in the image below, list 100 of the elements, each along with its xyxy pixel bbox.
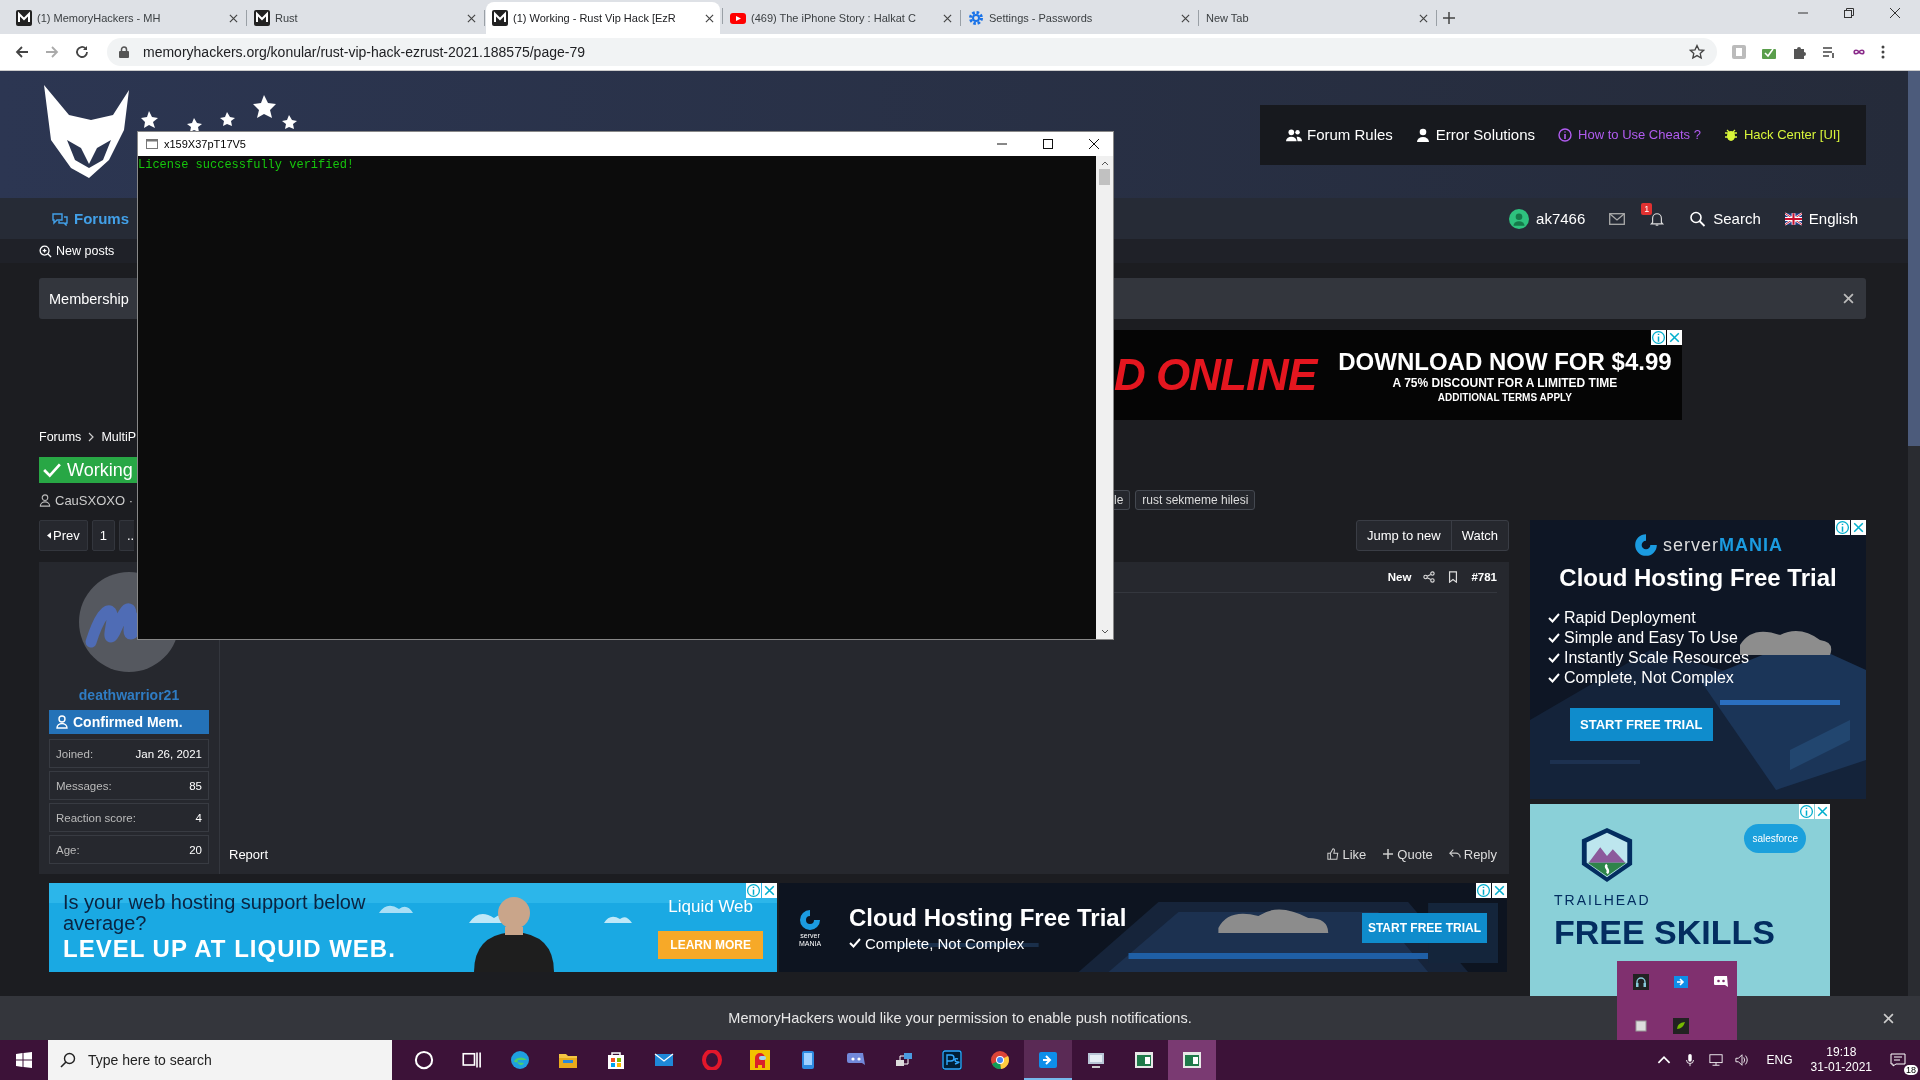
tab-title: (469) The iPhone Story : Halkat C	[751, 12, 917, 24]
thread-action-button[interactable]: Jump to new	[1356, 521, 1451, 550]
page-button[interactable]: 1	[91, 520, 115, 551]
breadcrumb-link[interactable]: MultiP	[101, 430, 137, 444]
close-icon[interactable]	[705, 13, 714, 23]
close-icon[interactable]	[229, 13, 238, 23]
close-icon[interactable]	[943, 13, 952, 23]
bell-icon[interactable]	[1649, 211, 1666, 226]
arrow-down-icon[interactable]	[1100, 629, 1109, 635]
maximize-icon[interactable]	[1043, 139, 1053, 149]
prev-page-button[interactable]: Prev	[39, 520, 88, 551]
breadcrumb-link[interactable]: Forums	[39, 430, 82, 444]
new-posts-link[interactable]: New posts	[39, 244, 115, 258]
close-icon[interactable]	[1181, 13, 1190, 23]
header-link[interactable]: Hack Center [UI]	[1722, 127, 1840, 142]
header-link[interactable]: Error Solutions	[1414, 126, 1536, 143]
info-icon[interactable]	[1651, 330, 1666, 345]
back-icon[interactable]	[14, 44, 30, 60]
restore-icon[interactable]	[1844, 8, 1854, 18]
check-icon	[1548, 673, 1560, 683]
share-icon[interactable]	[1423, 571, 1436, 583]
playlist-icon[interactable]	[1821, 44, 1837, 60]
browser-tab[interactable]: (1) Working - Rust Vip Hack [EzR	[486, 2, 720, 34]
language-indicator[interactable]: ENG	[1766, 1053, 1793, 1067]
ad-headline: DOWNLOAD NOW FOR $4.99	[1338, 347, 1672, 376]
browser-tab[interactable]: Settings - Passwords	[962, 4, 1196, 32]
info-icon[interactable]	[1476, 883, 1491, 898]
console-output: License successfully verified!	[138, 157, 356, 172]
scrollbar[interactable]	[1908, 71, 1920, 996]
notification-icon[interactable]	[1890, 1053, 1906, 1067]
star-icon[interactable]	[1689, 44, 1705, 60]
reload-icon[interactable]	[74, 44, 90, 60]
console-icon	[146, 139, 158, 149]
header-link[interactable]: How to Use Cheats ?	[1557, 127, 1701, 142]
stat-value: Jan 26, 2021	[135, 747, 202, 760]
lock-icon	[119, 46, 129, 58]
browser-tab[interactable]: (1) MemoryHackers - MH	[10, 4, 244, 32]
menu-icon[interactable]	[1881, 44, 1885, 60]
close-icon[interactable]	[1890, 8, 1900, 18]
app-window-icon[interactable]	[1168, 1040, 1216, 1080]
scrollbar-thumb[interactable]	[1099, 169, 1110, 185]
arrow-window-icon[interactable]	[1024, 1040, 1072, 1080]
chip-icon[interactable]	[1673, 1018, 1689, 1034]
ad-brand: serverMANIA	[1663, 534, 1783, 556]
bug-icon	[1722, 127, 1739, 142]
browser-tab[interactable]: (469) The iPhone Story : Halkat C	[724, 4, 958, 32]
close-icon[interactable]	[1419, 13, 1428, 23]
post-action-link[interactable]: Quote	[1382, 846, 1433, 862]
search-field[interactable]: Type here to search	[48, 1040, 392, 1080]
headset-icon[interactable]	[1633, 974, 1649, 990]
search-link[interactable]: Search	[1689, 210, 1761, 227]
close-icon[interactable]	[1089, 139, 1099, 149]
info-icon[interactable]	[1835, 520, 1850, 535]
info-icon[interactable]	[1799, 804, 1814, 819]
user-menu[interactable]: ak7466	[1509, 208, 1586, 229]
close-icon[interactable]	[1843, 293, 1854, 304]
post-action-link[interactable]: Reply	[1448, 846, 1497, 862]
stat-value: 20	[189, 843, 202, 856]
thread-author[interactable]: CauSXOXO ·	[39, 492, 134, 508]
arrow-up-icon[interactable]	[1100, 160, 1109, 166]
clock[interactable]: 19:18 31-01-2021	[1810, 1045, 1872, 1075]
nav-tab[interactable]: Forums	[52, 210, 129, 227]
post-action-link[interactable]: Like	[1327, 846, 1367, 862]
avatar-icon	[1509, 208, 1530, 229]
info-icon[interactable]	[746, 883, 761, 898]
ad-banner[interactable]: serverMANIA Cloud Hosting Free Trial Rapid Deployment Simple and Easy To Use Instantly Scale Resources Complete, Not Complex START FREE TRIAL	[1530, 520, 1866, 799]
address-field[interactable]: memoryhackers.org/konular/rust-vip-hack-ezrust-2021.188575/page-79	[107, 38, 1717, 66]
page-button[interactable]: ..	[118, 520, 135, 551]
post-number-link[interactable]: #781	[1471, 571, 1497, 583]
report-link[interactable]: Report	[229, 846, 269, 862]
site-logo-icon	[492, 10, 508, 26]
ad-banner[interactable]: Is your web hosting support below average? LEVEL UP AT LIQUID WEB. Liquid Web LEARN MORE	[49, 883, 777, 972]
scrollbar[interactable]	[1096, 156, 1113, 639]
mail-icon[interactable]	[1609, 211, 1626, 226]
close-icon[interactable]	[467, 13, 476, 23]
tag[interactable]: rust sekmeme hilesi	[1135, 490, 1256, 510]
network-icon[interactable]	[1708, 1053, 1723, 1067]
header-link[interactable]: Forum Rules	[1286, 126, 1393, 143]
chat-bubble-icon[interactable]	[1713, 974, 1729, 990]
user-icon	[56, 715, 68, 729]
ad-banner[interactable]: D ONLINE DOWNLOAD NOW FOR $4.99 A 75% DISCOUNT FOR A LIMITED TIME ADDITIONAL TERMS APPLY	[1114, 330, 1682, 420]
flag-icon	[1784, 210, 1802, 227]
search-icon	[1689, 210, 1707, 227]
square-icon[interactable]	[1633, 1018, 1649, 1034]
stat-label: Messages:	[56, 779, 112, 792]
ad-banner[interactable]: salesforce TRAILHEAD FREE SKILLS	[1530, 804, 1830, 996]
tag[interactable]: le	[1114, 490, 1131, 510]
start-trial-button[interactable]: START FREE TRIAL	[1361, 912, 1487, 943]
speaker-icon[interactable]	[1734, 1053, 1749, 1067]
arrow-window-icon[interactable]	[1673, 974, 1689, 990]
language-menu[interactable]: English	[1784, 210, 1858, 227]
thread-action-button[interactable]: Watch	[1450, 521, 1508, 550]
new-tab-icon[interactable]	[1442, 11, 1456, 25]
bookmark-icon[interactable]	[1447, 571, 1460, 583]
notification-count: 18	[1904, 1065, 1918, 1075]
browser-tab[interactable]: New Tab	[1200, 4, 1434, 32]
puzzle-icon[interactable]	[1791, 44, 1807, 60]
start-trial-button[interactable]: START FREE TRIAL	[1570, 708, 1713, 741]
browser-tab[interactable]: Rust	[248, 4, 482, 32]
check-icon	[849, 938, 861, 948]
